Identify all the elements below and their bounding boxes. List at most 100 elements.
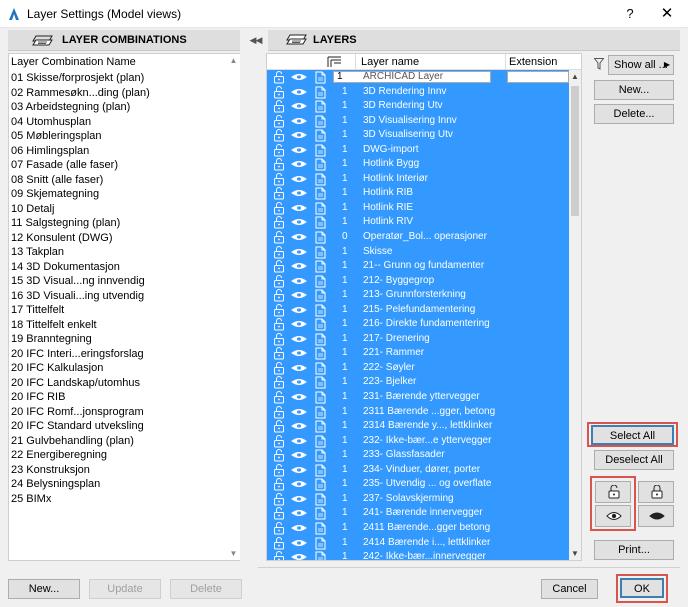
layer-row[interactable]: 1 3D Rendering Innv bbox=[267, 84, 569, 100]
layer-row[interactable]: 1 2311 Bærende ...gger, betong bbox=[267, 404, 569, 420]
layer-row[interactable]: 1 234- Vinduer, dører, porter bbox=[267, 462, 569, 478]
combination-item[interactable]: 20 IFC Romf...jonsprogram bbox=[11, 405, 237, 420]
scroll-down-arrow-icon[interactable]: ▼ bbox=[227, 549, 240, 558]
eye-icon[interactable] bbox=[291, 421, 307, 434]
scroll-thumb[interactable] bbox=[571, 86, 579, 216]
wireframe-toggle-icon[interactable] bbox=[313, 551, 327, 560]
collapse-right-arrow-icon[interactable]: ◀ bbox=[254, 33, 264, 47]
layer-row[interactable]: 1 233- Glassfasader bbox=[267, 448, 569, 463]
combination-item[interactable]: 20 IFC Standard utveksling bbox=[11, 419, 237, 434]
scroll-up-arrow-icon[interactable]: ▲ bbox=[569, 72, 581, 81]
combination-item[interactable]: 13 Takplan bbox=[11, 245, 237, 260]
combination-item[interactable]: 24 Belysningsplan bbox=[11, 477, 237, 492]
scroll-down-arrow-icon[interactable]: ▼ bbox=[569, 549, 581, 558]
combination-item[interactable]: 05 Møbleringsplan bbox=[11, 129, 237, 144]
new-combination-button[interactable]: New... bbox=[8, 579, 80, 599]
eye-icon[interactable] bbox=[291, 87, 307, 100]
layer-row[interactable]: 1 213- Grunnforsterkning bbox=[267, 288, 569, 303]
combination-item[interactable]: 21 Gulvbehandling (plan) bbox=[11, 434, 237, 449]
eye-icon[interactable] bbox=[291, 276, 307, 289]
eye-icon[interactable] bbox=[291, 363, 307, 376]
layer-name-column-header[interactable]: Layer name bbox=[361, 56, 419, 68]
eye-icon[interactable] bbox=[291, 508, 307, 521]
layer-row[interactable]: 1 215- Pelefundamentering bbox=[267, 302, 569, 318]
eye-icon[interactable] bbox=[291, 377, 307, 390]
combination-item[interactable]: 01 Skisse/forprosjekt (plan) bbox=[11, 71, 237, 86]
eye-icon[interactable] bbox=[291, 552, 307, 560]
eye-icon[interactable] bbox=[291, 305, 307, 318]
layer-row[interactable]: 1 216- Direkte fundamentering bbox=[267, 317, 569, 332]
layer-row[interactable]: 1 DWG-import bbox=[267, 142, 569, 158]
layer-row[interactable]: 1 3D Visualisering Utv bbox=[267, 128, 569, 143]
eye-icon[interactable] bbox=[291, 217, 307, 230]
layer-row[interactable]: 1 232- Ikke-bær...e yttervegger bbox=[267, 433, 569, 449]
eye-icon[interactable] bbox=[291, 101, 307, 114]
combination-item[interactable]: 19 Branntegning bbox=[11, 332, 237, 347]
combination-scrollbar[interactable]: ▲ ▼ bbox=[227, 54, 240, 560]
combination-item[interactable]: 16 3D Visuali...ing utvendig bbox=[11, 289, 237, 304]
layer-row[interactable]: 1 223- Bjelker bbox=[267, 375, 569, 391]
eye-icon[interactable] bbox=[291, 145, 307, 158]
layer-row[interactable]: 1 242- Ikke-bær...innervegger bbox=[267, 550, 569, 560]
eye-icon[interactable] bbox=[291, 348, 307, 361]
eye-icon[interactable] bbox=[291, 538, 307, 551]
layer-row[interactable]: 1 Hotlink RIV bbox=[267, 215, 569, 231]
eye-icon[interactable] bbox=[291, 130, 307, 143]
eye-icon[interactable] bbox=[291, 116, 307, 129]
combination-item[interactable]: 12 Konsulent (DWG) bbox=[11, 231, 237, 246]
help-button[interactable]: ? bbox=[620, 4, 640, 24]
delete-combination-button[interactable]: Delete bbox=[170, 579, 242, 599]
layer-row[interactable]: 1 3D Rendering Utv bbox=[267, 99, 569, 114]
scroll-up-arrow-icon[interactable]: ▲ bbox=[227, 56, 240, 65]
ok-button[interactable]: OK bbox=[620, 578, 664, 598]
eye-icon[interactable] bbox=[291, 436, 307, 449]
combination-item[interactable]: 07 Fasade (alle faser) bbox=[11, 158, 237, 173]
eye-icon[interactable] bbox=[291, 465, 307, 478]
layer-row[interactable]: 1 2314 Bærende y..., lettklinker bbox=[267, 419, 569, 434]
eye-icon[interactable] bbox=[291, 479, 307, 492]
combination-item[interactable]: 15 3D Visual...ng innvendig bbox=[11, 274, 237, 289]
new-layer-button[interactable]: New... bbox=[594, 80, 674, 100]
layer-row[interactable]: 1 217- Drenering bbox=[267, 331, 569, 347]
eye-icon[interactable] bbox=[291, 261, 307, 274]
update-combination-button[interactable]: Update bbox=[89, 579, 161, 599]
eye-icon[interactable] bbox=[291, 523, 307, 536]
combination-item[interactable]: 18 Tittelfelt enkelt bbox=[11, 318, 237, 333]
layer-row[interactable]: 1 2411 Bærende...gger betong bbox=[267, 520, 569, 536]
layer-row[interactable]: 1 Hotlink Interiør bbox=[267, 171, 569, 187]
eye-icon[interactable] bbox=[291, 319, 307, 332]
unlock-all-button[interactable] bbox=[595, 481, 631, 503]
close-button[interactable]: ✕ bbox=[656, 4, 678, 24]
eye-icon[interactable] bbox=[291, 450, 307, 463]
combination-item[interactable]: 09 Skjemategning bbox=[11, 187, 237, 202]
layer-row[interactable]: 1 231- Bærende yttervegger bbox=[267, 390, 569, 405]
show-all-dropdown[interactable]: Show all ... ▶ bbox=[608, 55, 674, 75]
combination-item[interactable]: 14 3D Dokumentasjon bbox=[11, 260, 237, 275]
layer-row[interactable]: 1 Hotlink Bygg bbox=[267, 157, 569, 172]
layer-row[interactable]: 1 212- Byggegrop bbox=[267, 273, 569, 289]
eye-icon[interactable] bbox=[291, 407, 307, 420]
eye-icon[interactable] bbox=[291, 174, 307, 187]
combination-item[interactable]: 03 Arbeidstegning (plan) bbox=[11, 100, 237, 115]
show-all-layers-button[interactable] bbox=[595, 505, 631, 527]
combination-item[interactable]: 20 IFC Kalkulasjon bbox=[11, 361, 237, 376]
combination-item[interactable]: 25 BIMx bbox=[11, 492, 237, 507]
deselect-all-button[interactable]: Deselect All bbox=[594, 450, 674, 470]
eye-icon[interactable] bbox=[291, 232, 307, 245]
layer-combination-list[interactable]: Layer Combination Name 01 Skisse/forpros… bbox=[8, 53, 240, 561]
layer-row[interactable]: 1 241- Bærende innervegger bbox=[267, 506, 569, 521]
layer-row[interactable]: 1 Skisse bbox=[267, 244, 569, 260]
lock-all-button[interactable] bbox=[638, 481, 674, 503]
combination-item[interactable]: 20 IFC RIB bbox=[11, 390, 237, 405]
layer-row[interactable]: 1 ARCHICAD Layer bbox=[267, 70, 569, 85]
layer-row[interactable]: 1 Hotlink RIB bbox=[267, 186, 569, 201]
extension-column-header[interactable]: Extension bbox=[509, 56, 557, 68]
combination-item[interactable]: 11 Salgstegning (plan) bbox=[11, 216, 237, 231]
combination-item[interactable]: 10 Detalj bbox=[11, 202, 237, 217]
layer-row[interactable]: 0 Operatør_Bol... operasjoner bbox=[267, 230, 569, 245]
combination-item[interactable]: 20 IFC Interi...eringsforslag bbox=[11, 347, 237, 362]
layers-table[interactable]: Layer name Extension 1 ARCHICAD Layer 1 3D … bbox=[266, 53, 582, 561]
eye-icon[interactable] bbox=[291, 159, 307, 172]
eye-icon[interactable] bbox=[291, 188, 307, 201]
combination-item[interactable]: 23 Konstruksjon bbox=[11, 463, 237, 478]
